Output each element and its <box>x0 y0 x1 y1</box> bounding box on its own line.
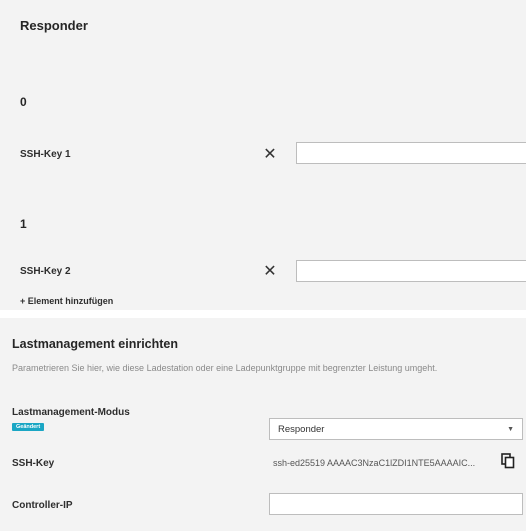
mode-select[interactable]: Responder ▼ <box>269 418 523 440</box>
add-element-link[interactable]: + Element hinzufügen <box>20 296 113 306</box>
changed-badge: Geändert <box>12 423 45 431</box>
ssh-key-2-input[interactable] <box>296 260 526 282</box>
loadmanagement-panel: Lastmanagement einrichten Parametrieren … <box>0 318 526 531</box>
controller-ip-label: Controller-IP <box>12 500 73 511</box>
loadmanagement-description: Parametrieren Sie hier, wie diese Ladest… <box>12 363 438 373</box>
loadmanagement-title: Lastmanagement einrichten <box>12 337 179 351</box>
ssh-key-2-label: SSH-Key 2 <box>20 266 71 277</box>
close-icon[interactable]: ✕ <box>262 264 278 280</box>
mode-select-value: Responder <box>278 423 325 435</box>
item-index-1: 1 <box>20 217 27 231</box>
ssh-key-label: SSH-Key <box>12 458 55 469</box>
mode-label: Lastmanagement-Modus <box>12 407 130 418</box>
close-icon[interactable]: ✕ <box>262 147 278 163</box>
chevron-down-icon: ▼ <box>507 425 514 433</box>
item-index-0: 0 <box>20 95 27 109</box>
responder-panel: Responder 0 SSH-Key 1 ✕ 1 SSH-Key 2 ✕ + … <box>0 0 526 310</box>
controller-ip-input[interactable] <box>269 493 523 515</box>
ssh-key-1-label: SSH-Key 1 <box>20 149 71 160</box>
ssh-key-value: ssh-ed25519 AAAAC3NzaC1lZDI1NTE5AAAAIC..… <box>273 458 476 468</box>
ssh-key-1-input[interactable] <box>296 142 526 164</box>
responder-panel-title: Responder <box>20 18 88 33</box>
copy-icon[interactable] <box>501 453 515 474</box>
